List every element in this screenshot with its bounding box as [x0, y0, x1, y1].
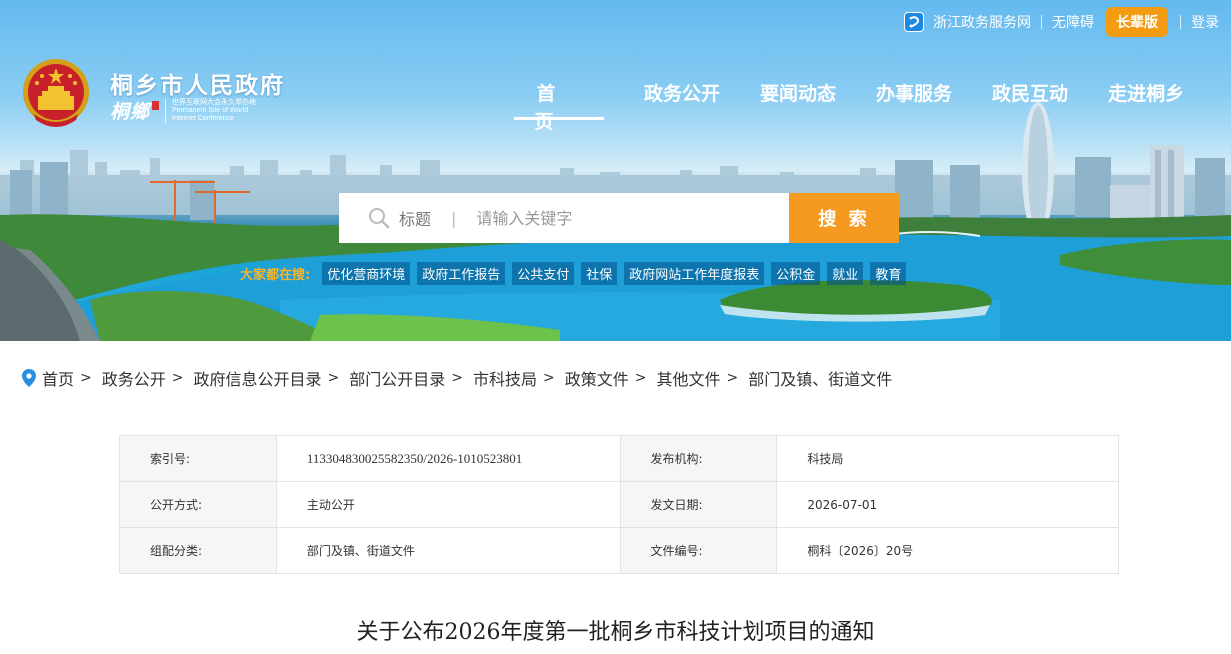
search-input[interactable] [476, 208, 737, 228]
hot-tag[interactable]: 就业 [827, 262, 864, 285]
breadcrumb-item[interactable]: 其他文件 [657, 366, 721, 390]
wic-tagline-en-2: Internet Conference [172, 114, 234, 122]
city-lake-scene [0, 102, 1231, 341]
nav-item-interaction[interactable]: 政民互动 [992, 80, 1068, 120]
divider [1180, 15, 1181, 29]
elder-mode-button[interactable]: 长辈版 [1106, 7, 1168, 37]
wic-tagline-zh: 世界互联网大会永久举办地 [172, 98, 257, 106]
breadcrumb-item[interactable]: 首页 [42, 366, 74, 390]
nav-item-news[interactable]: 要闻动态 [760, 80, 836, 120]
document-number-value: 桐科〔2026〕20号 [776, 527, 1119, 574]
nav-item-home[interactable]: 首页 [514, 80, 604, 133]
table-row: 组配分类: 部门及镇、街道文件 文件编号: 桐科〔2026〕20号 [119, 527, 1119, 574]
breadcrumb-item[interactable]: 政务公开 [102, 366, 166, 390]
calligraphy-logo: 桐鄉 [110, 101, 151, 123]
breadcrumb-separator: > [726, 370, 739, 386]
publisher-label: 发布机构: [619, 435, 778, 482]
hot-tag[interactable]: 公共支付 [512, 262, 575, 285]
breadcrumb-separator: > [634, 370, 647, 386]
red-seal-mark [152, 101, 160, 110]
issue-date-label: 发文日期: [619, 481, 778, 528]
breadcrumb: 首页 > 政务公开 > 政府信息公开目录 > 部门公开目录 > 市科技局 > 政策文件 > … [22, 366, 892, 390]
main-nav: 首页 政务公开 要闻动态 办事服务 政民互动 走进桐乡 [514, 80, 1184, 133]
search-bar: 标题 | 搜 索 [339, 193, 899, 243]
hot-tag[interactable]: 社保 [581, 262, 618, 285]
breadcrumb-item[interactable]: 部门公开目录 [349, 366, 445, 390]
breadcrumb-item[interactable]: 部门及镇、街道文件 [748, 366, 892, 390]
index-number-label: 索引号: [119, 435, 277, 482]
hot-tag[interactable]: 公积金 [771, 262, 821, 285]
document-title: 关于公布2026年度第一批桐乡市科技计划项目的通知 [356, 620, 875, 645]
breadcrumb-item[interactable]: 市科技局 [473, 366, 537, 390]
hot-searches-label: 大家都在搜: [240, 268, 311, 283]
search-scope-select[interactable]: 标题 [399, 206, 431, 230]
document-number-label: 文件编号: [619, 527, 778, 574]
hot-searches: 大家都在搜: 优化营商环境 政府工作报告 公共支付 社保 政府网站工作年度报表 … [240, 262, 913, 285]
category-value: 部门及镇、街道文件 [275, 527, 621, 574]
breadcrumb-item[interactable]: 政策文件 [565, 366, 629, 390]
login-link[interactable]: 登录 [1191, 12, 1219, 32]
zj-service-logo-icon [904, 12, 924, 32]
publisher-value: 科技局 [776, 435, 1119, 482]
hot-tag[interactable]: 政府网站工作年度报表 [624, 262, 765, 285]
nav-item-services[interactable]: 办事服务 [876, 80, 952, 120]
table-row: 索引号: 113304830025582350/2026-1010523801 … [119, 435, 1119, 482]
table-row: 公开方式: 主动公开 发文日期: 2026-07-01 [119, 481, 1119, 528]
nav-item-gov-affairs[interactable]: 政务公开 [644, 80, 720, 120]
search-button[interactable]: 搜 索 [789, 193, 899, 243]
divider: | [451, 208, 457, 228]
index-number-value: 113304830025582350/2026-1010523801 [275, 435, 621, 482]
zj-service-link[interactable]: 浙江政务服务网 [904, 12, 1031, 32]
divider [165, 98, 167, 123]
accessibility-link[interactable]: 无障碍 [1052, 12, 1094, 32]
breadcrumb-item[interactable]: 政府信息公开目录 [194, 366, 322, 390]
breadcrumb-separator: > [327, 370, 340, 386]
nav-item-about-tongxiang[interactable]: 走进桐乡 [1108, 80, 1184, 120]
search-box: 标题 | [339, 193, 789, 243]
breadcrumb-separator: > [171, 370, 184, 386]
hot-tag[interactable]: 教育 [870, 262, 907, 285]
wic-tagline: 世界互联网大会永久举办地 Permanent Site of World Int… [172, 99, 256, 123]
issue-date-value: 2026-07-01 [776, 481, 1119, 528]
header-banner: 浙江政务服务网 无障碍 长辈版 登录 桐乡市人民政府 桐鄉 世界互联网大会永久举… [0, 0, 1231, 341]
divider [1041, 15, 1042, 29]
site-subtitle: 桐鄉 世界互联网大会永久举办地 Permanent Site of World … [110, 97, 256, 124]
zj-service-label: 浙江政务服务网 [933, 15, 1031, 31]
breadcrumb-separator: > [80, 370, 92, 386]
search-icon [369, 208, 390, 229]
disclosure-method-value: 主动公开 [275, 481, 621, 528]
document-meta-table: 索引号: 113304830025582350/2026-1010523801 … [119, 435, 1119, 574]
hot-tag[interactable]: 政府工作报告 [417, 262, 506, 285]
wic-tagline-en-1: Permanent Site of World [172, 106, 249, 114]
breadcrumb-separator: > [543, 370, 555, 386]
category-label: 组配分类: [119, 527, 277, 574]
disclosure-method-label: 公开方式: [119, 481, 277, 528]
breadcrumb-separator: > [451, 370, 463, 386]
top-utility-bar: 浙江政务服务网 无障碍 长辈版 登录 [904, 7, 1231, 37]
site-title[interactable]: 桐乡市人民政府 [110, 66, 285, 100]
location-pin-icon [22, 369, 36, 387]
hot-tag[interactable]: 优化营商环境 [322, 262, 411, 285]
national-emblem-logo[interactable] [20, 56, 92, 132]
